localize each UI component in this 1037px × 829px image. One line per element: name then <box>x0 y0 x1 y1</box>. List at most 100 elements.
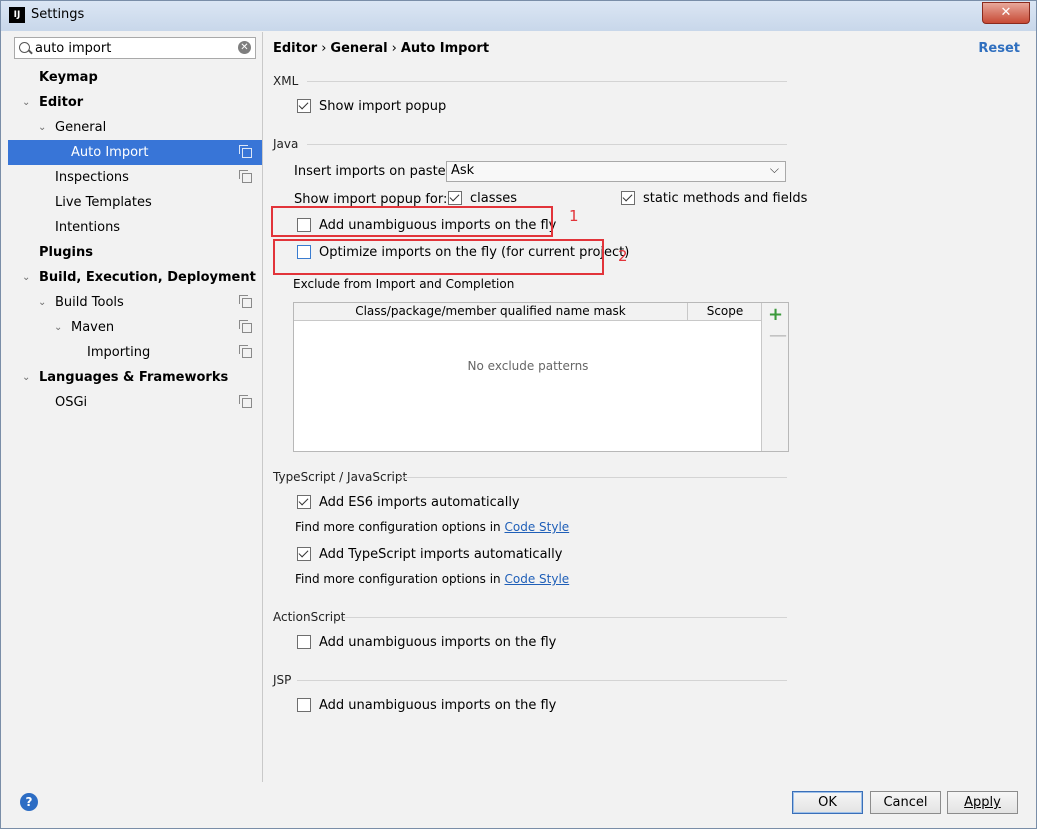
column-header-scope[interactable]: Scope <box>688 303 762 320</box>
chevron-down-icon[interactable]: ⌄ <box>22 265 30 290</box>
cancel-button[interactable]: Cancel <box>870 791 941 814</box>
jsp-add-label: Add unambiguous imports on the fly <box>319 698 557 713</box>
exclude-table-header: Class/package/member qualified name mask… <box>294 303 762 321</box>
tree-item-osgi[interactable]: OSGi <box>8 390 262 415</box>
tree-item-label: Languages & Frameworks <box>39 370 229 385</box>
tree-item-label: Live Templates <box>55 195 152 210</box>
tree-item-label: Inspections <box>55 170 129 185</box>
breadcrumb-separator: › <box>321 41 327 56</box>
section-java: Java <box>273 137 299 151</box>
section-actionscript: ActionScript <box>273 610 346 624</box>
tree-item-inspections[interactable]: Inspections <box>8 165 262 190</box>
insert-imports-value: Ask <box>451 163 475 178</box>
annotation-number-2: 2 <box>618 247 628 265</box>
settings-window: IJ Settings ✕ ✕ Keymap ⌄ Editor ⌄ General Aut… <box>0 0 1037 829</box>
tree-item-build-execution-deployment[interactable]: ⌄ Build, Execution, Deployment <box>8 265 262 290</box>
close-window-button[interactable]: ✕ <box>982 2 1030 24</box>
more-options-text: Find more configuration options in Code … <box>295 520 569 534</box>
tree-item-label: Keymap <box>39 70 98 85</box>
section-divider <box>307 144 787 145</box>
empty-table-message: No exclude patterns <box>467 359 589 373</box>
ok-button[interactable]: OK <box>792 791 863 814</box>
show-import-popup-row[interactable]: Show import popup <box>297 98 446 116</box>
breadcrumb-separator: › <box>391 41 397 56</box>
ts-imports-row[interactable]: Add TypeScript imports automatically <box>297 546 562 564</box>
chevron-down-icon[interactable]: ⌄ <box>38 115 46 140</box>
static-methods-checkbox[interactable] <box>621 190 635 205</box>
es6-imports-row[interactable]: Add ES6 imports automatically <box>297 494 520 512</box>
chevron-down-icon[interactable]: ⌄ <box>54 315 62 340</box>
tree-item-label: Intentions <box>55 220 121 235</box>
help-icon[interactable]: ? <box>20 793 38 811</box>
tree-item-importing[interactable]: Importing <box>8 340 262 365</box>
section-divider <box>343 617 787 618</box>
add-icon[interactable]: + <box>768 306 783 324</box>
chevron-down-icon[interactable]: ⌄ <box>22 365 30 390</box>
static-methods-row[interactable]: static methods and fields <box>621 190 807 208</box>
tree-item-editor[interactable]: ⌄ Editor <box>8 90 262 115</box>
tree-item-label: Maven <box>71 320 115 335</box>
annotation-box-1 <box>271 206 553 237</box>
code-style-link[interactable]: Code Style <box>505 572 570 586</box>
show-popup-for-label: Show import popup for: <box>294 192 448 207</box>
actionscript-add-label: Add unambiguous imports on the fly <box>319 635 557 650</box>
actionscript-add-row[interactable]: Add unambiguous imports on the fly <box>297 634 556 652</box>
settings-sidebar: ✕ Keymap ⌄ Editor ⌄ General Auto Import Inspec… <box>8 32 263 782</box>
tree-item-intentions[interactable]: Intentions <box>8 215 262 240</box>
column-header-mask[interactable]: Class/package/member qualified name mask <box>294 303 688 320</box>
code-style-link[interactable]: Code Style <box>505 520 570 534</box>
apply-button[interactable]: Apply <box>947 791 1018 814</box>
tree-item-label: Importing <box>87 345 151 360</box>
exclude-table[interactable]: Class/package/member qualified name mask… <box>293 302 789 452</box>
insert-imports-label: Insert imports on paste: <box>294 164 451 179</box>
search-input[interactable] <box>35 39 225 57</box>
tree-item-label: General <box>55 120 107 135</box>
tree-item-label: Editor <box>39 95 84 110</box>
more-options-label: Find more configuration options in <box>295 520 501 534</box>
tree-item-keymap[interactable]: Keymap <box>8 65 262 90</box>
tree-item-languages-frameworks[interactable]: ⌄ Languages & Frameworks <box>8 365 262 390</box>
section-divider <box>397 477 787 478</box>
es6-imports-label: Add ES6 imports automatically <box>319 495 520 510</box>
apply-button-label: Apply <box>964 795 1001 810</box>
clear-search-icon[interactable]: ✕ <box>238 41 251 54</box>
search-box[interactable]: ✕ <box>14 37 256 59</box>
classes-checkbox[interactable] <box>448 190 462 205</box>
tree-item-plugins[interactable]: Plugins <box>8 240 262 265</box>
insert-imports-select[interactable]: Ask ⌵ <box>446 161 786 182</box>
tree-item-live-templates[interactable]: Live Templates <box>8 190 262 215</box>
project-scope-icon <box>239 345 252 358</box>
chevron-down-icon[interactable]: ⌄ <box>38 290 46 315</box>
tree-item-build-tools[interactable]: ⌄ Build Tools <box>8 290 262 315</box>
jsp-add-row[interactable]: Add unambiguous imports on the fly <box>297 697 556 715</box>
more-options-text: Find more configuration options in Code … <box>295 572 569 586</box>
table-toolbar: + — <box>761 303 788 451</box>
show-import-popup-checkbox[interactable] <box>297 98 311 113</box>
section-xml: XML <box>273 74 299 88</box>
reset-link[interactable]: Reset <box>978 41 1020 56</box>
es6-imports-checkbox[interactable] <box>297 494 311 509</box>
tree-item-label: Build, Execution, Deployment <box>39 270 256 285</box>
project-scope-icon <box>239 145 252 158</box>
tree-item-maven[interactable]: ⌄ Maven <box>8 315 262 340</box>
tree-item-label: Plugins <box>39 245 93 260</box>
title-bar: IJ Settings ✕ <box>1 1 1036 31</box>
chevron-down-icon[interactable]: ⌄ <box>22 90 30 115</box>
actionscript-add-checkbox[interactable] <box>297 634 311 649</box>
project-scope-icon <box>239 170 252 183</box>
search-icon <box>19 42 30 53</box>
app-icon: IJ <box>9 7 25 23</box>
tree-item-label: OSGi <box>55 395 88 410</box>
tree-item-general[interactable]: ⌄ General <box>8 115 262 140</box>
section-jsp: JSP <box>273 673 292 687</box>
remove-icon[interactable]: — <box>769 327 787 345</box>
static-methods-label: static methods and fields <box>643 191 808 206</box>
tree-item-label: Build Tools <box>55 295 124 310</box>
jsp-add-checkbox[interactable] <box>297 697 311 712</box>
section-divider <box>297 680 787 681</box>
tree-item-auto-import[interactable]: Auto Import <box>8 140 262 165</box>
section-typescript: TypeScript / JavaScript <box>273 470 408 484</box>
breadcrumb-auto-import: Auto Import <box>400 41 490 56</box>
window-title: Settings <box>31 7 85 22</box>
ts-imports-checkbox[interactable] <box>297 546 311 561</box>
